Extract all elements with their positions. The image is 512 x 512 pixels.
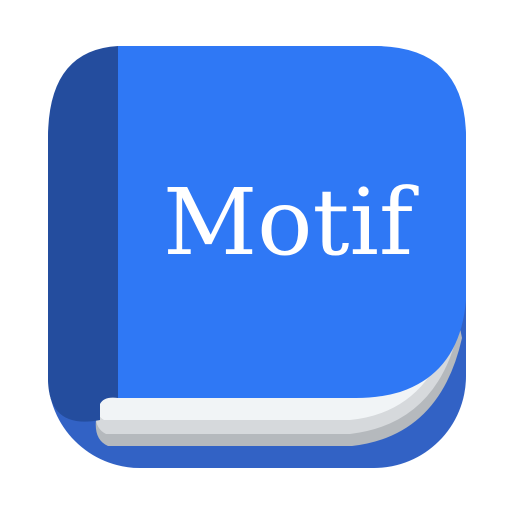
app-title: Motif: [162, 169, 414, 276]
app-icon[interactable]: Motif: [0, 0, 512, 512]
spine-strip: [48, 46, 118, 422]
